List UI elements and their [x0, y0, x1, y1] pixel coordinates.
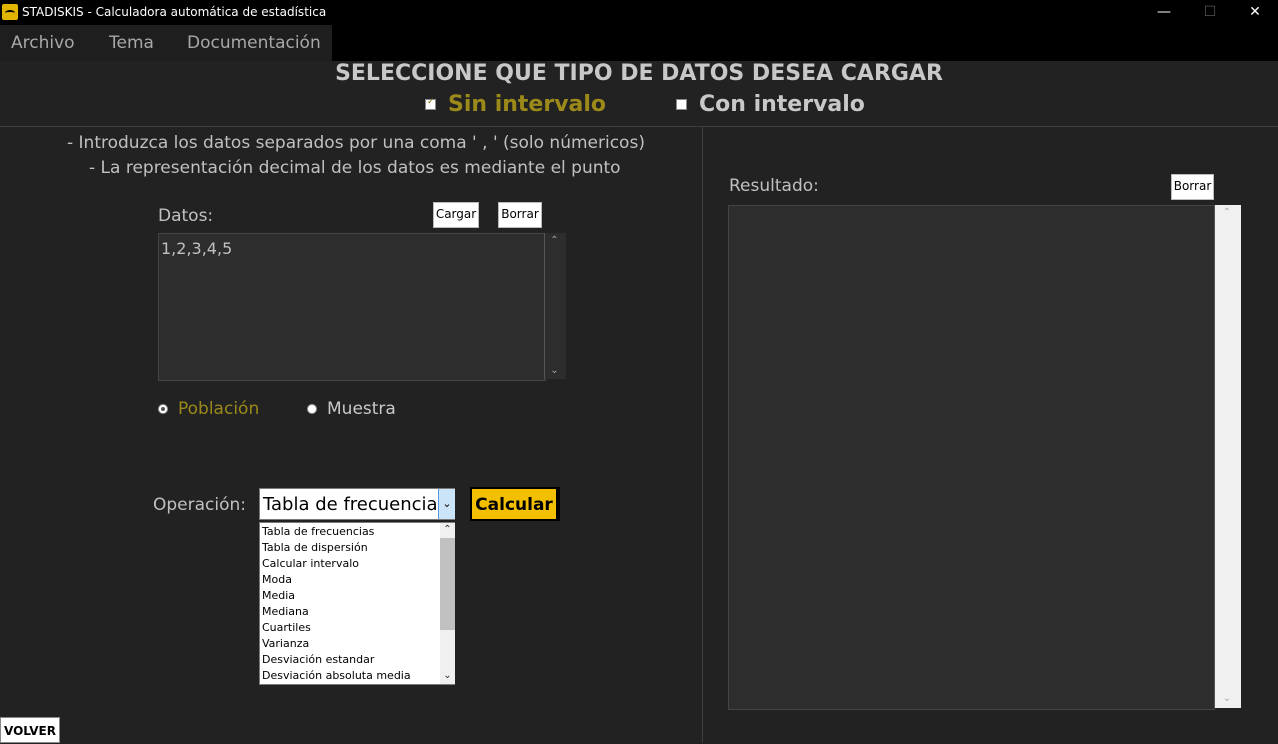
list-item[interactable]: Tabla de frecuencias [262, 525, 374, 538]
poblacion-label[interactable]: Población [178, 399, 259, 419]
instruction-line: - Introduzca los datos separados por una… [67, 133, 645, 153]
minimize-button[interactable]: — [1141, 0, 1187, 25]
list-item[interactable]: Varianza [262, 637, 309, 650]
con-intervalo-label[interactable]: Con intervalo [699, 92, 865, 117]
muestra-radio[interactable] [307, 404, 317, 414]
scroll-up-icon[interactable]: ⌃ [544, 235, 565, 246]
volver-button[interactable]: VOLVER [0, 717, 60, 743]
menu-archivo[interactable]: Archivo [11, 33, 75, 53]
list-item[interactable]: Calcular intervalo [262, 557, 359, 570]
list-item[interactable]: Tabla de dispersión [262, 541, 368, 554]
poblacion-radio[interactable] [158, 404, 168, 414]
app-logo-icon [2, 4, 18, 20]
cargar-button[interactable]: Cargar [433, 202, 479, 228]
list-item[interactable]: Desviación absoluta media [262, 669, 411, 682]
instruction-line: - La representación decimal de los datos… [89, 158, 621, 178]
borrar-resultado-button[interactable]: Borrar [1171, 174, 1214, 200]
datos-scrollbar[interactable] [544, 233, 566, 379]
datos-label: Datos: [158, 206, 214, 226]
window-title: STADISKIS - Calculadora automática de es… [22, 5, 327, 19]
resultado-scrollbar[interactable] [1214, 205, 1241, 708]
maximize-button[interactable]: ☐ [1187, 0, 1233, 25]
list-item[interactable]: Desviación estandar [262, 653, 374, 666]
operacion-select[interactable]: Tabla de frecuencias ⌄ [259, 488, 455, 520]
scroll-down-icon[interactable]: ⌄ [440, 670, 455, 681]
vertical-divider [702, 127, 703, 743]
dropdown-scroll-thumb[interactable] [440, 538, 455, 630]
resultado-label: Resultado: [729, 176, 819, 196]
borrar-datos-button[interactable]: Borrar [498, 202, 542, 228]
muestra-label[interactable]: Muestra [327, 399, 396, 419]
scroll-up-icon[interactable]: ⌃ [440, 524, 455, 535]
scroll-up-icon[interactable]: ⌃ [1214, 207, 1240, 218]
menu-tema[interactable]: Tema [109, 33, 154, 53]
sin-intervalo-checkbox[interactable] [425, 97, 436, 110]
calcular-button[interactable]: Calcular [472, 489, 556, 519]
menu-documentacion[interactable]: Documentación [187, 33, 321, 53]
chevron-down-icon[interactable]: ⌄ [438, 489, 455, 519]
datos-value: 1,2,3,4,5 [161, 239, 233, 258]
list-item[interactable]: Cuartiles [262, 621, 311, 634]
list-item[interactable]: Mediana [262, 605, 309, 618]
scroll-down-icon[interactable]: ⌄ [544, 365, 565, 376]
operacion-dropdown[interactable]: Tabla de frecuencias Tabla de dispersión… [259, 522, 455, 685]
horizontal-divider [0, 126, 1278, 127]
list-item[interactable]: Moda [262, 573, 292, 586]
con-intervalo-checkbox[interactable] [676, 99, 687, 110]
sin-intervalo-label[interactable]: Sin intervalo [448, 92, 606, 117]
page-title: SELECCIONE QUE TIPO DE DATOS DESEA CARGA… [335, 61, 943, 86]
list-item[interactable]: Media [262, 589, 295, 602]
operacion-label: Operación: [153, 495, 247, 515]
operacion-selected-value: Tabla de frecuencias [263, 494, 447, 515]
close-button[interactable]: ✕ [1232, 0, 1278, 25]
resultado-textarea[interactable] [728, 205, 1215, 710]
scroll-down-icon[interactable]: ⌄ [1214, 693, 1240, 704]
